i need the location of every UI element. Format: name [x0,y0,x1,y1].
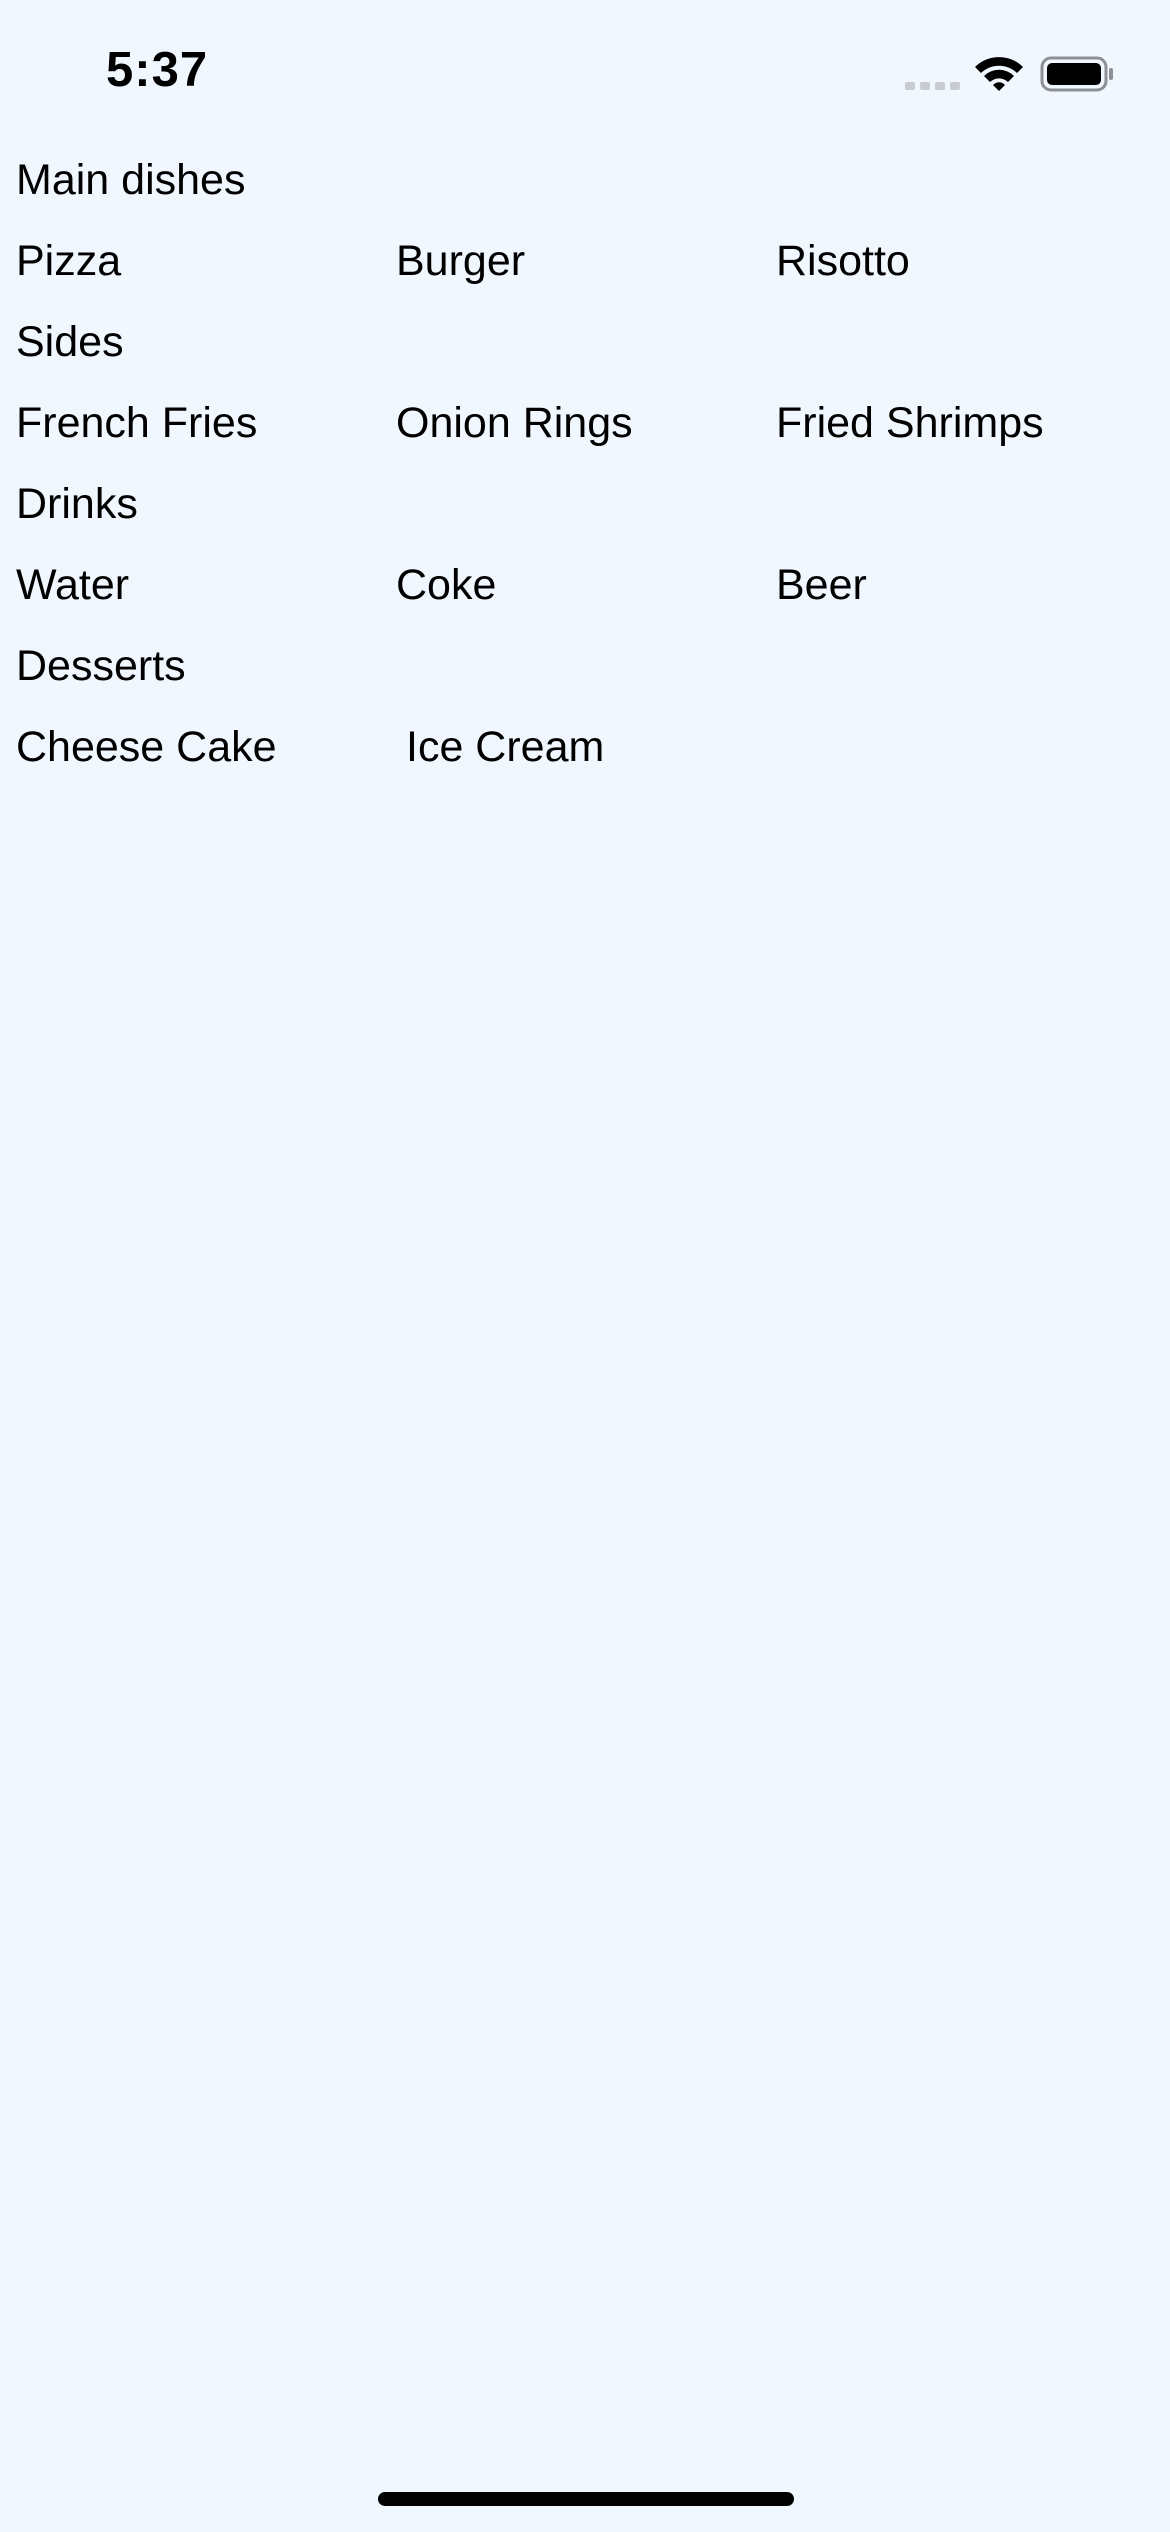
menu-item-coke[interactable]: Coke [396,545,776,626]
home-indicator[interactable] [378,2492,794,2506]
menu-list: Main dishes Pizza Burger Risotto Sides F… [16,140,1156,788]
menu-item-ice-cream[interactable]: Ice Cream [406,707,796,788]
menu-item-cheese-cake[interactable]: Cheese Cake [16,707,406,788]
status-bar: 5:37 [0,0,1170,140]
section-title-main-dishes: Main dishes [16,156,246,204]
section-title-drinks: Drinks [16,480,138,528]
menu-item-pizza[interactable]: Pizza [16,221,396,302]
wifi-icon [975,57,1023,91]
cellular-signal-icon [905,82,960,90]
menu-item-water[interactable]: Water [16,545,396,626]
section-title-desserts: Desserts [16,642,186,690]
menu-item-onion-rings[interactable]: Onion Rings [396,383,776,464]
battery-icon [1040,56,1113,92]
section-items-sides: French Fries Onion Rings Fried Shrimps [16,383,1156,464]
section-items-drinks: Water Coke Beer [16,545,1156,626]
menu-item-risotto[interactable]: Risotto [776,221,1156,302]
menu-item-beer[interactable]: Beer [776,545,1156,626]
menu-item-fried-shrimps[interactable]: Fried Shrimps [776,383,1156,464]
status-time: 5:37 [106,43,209,97]
menu-item-french-fries[interactable]: French Fries [16,383,396,464]
section-items-main-dishes: Pizza Burger Risotto [16,221,1156,302]
section-title-sides: Sides [16,318,124,366]
section-items-desserts: Cheese Cake Ice Cream [16,707,1156,788]
menu-item-burger[interactable]: Burger [396,221,776,302]
